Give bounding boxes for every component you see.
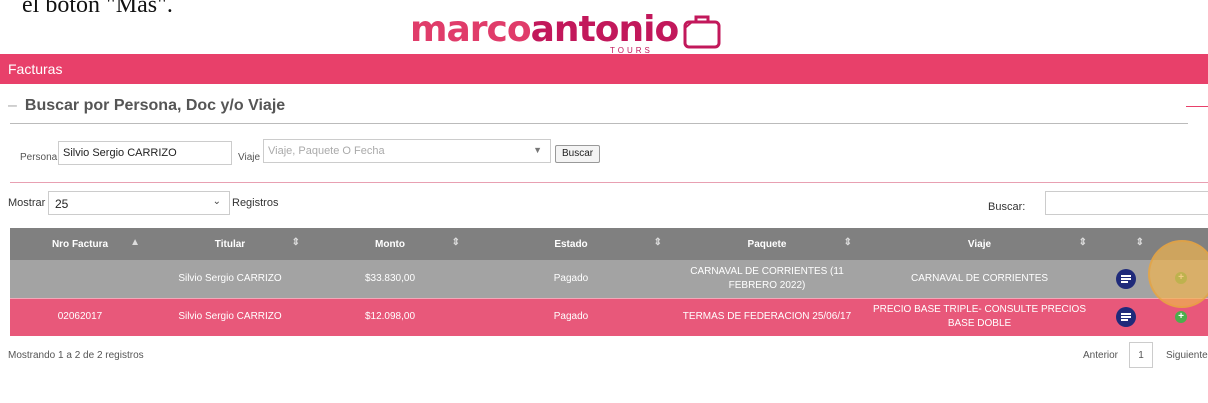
cell-nro: 02062017 xyxy=(10,297,150,336)
col-estado[interactable]: Estado ⇕ xyxy=(470,228,672,260)
col-titular[interactable]: Titular ⇕ xyxy=(150,228,310,260)
viaje-select[interactable]: Viaje, Paquete O Fecha ▼ xyxy=(263,139,551,163)
col-actions-1[interactable]: ⇕ xyxy=(1097,228,1154,260)
table-row[interactable]: 02062017 Silvio Sergio CARRIZO $12.098,0… xyxy=(10,297,1208,336)
page-length-select[interactable]: 25 ⌄ xyxy=(48,191,230,215)
sort-icon: ⇕ xyxy=(451,237,460,248)
cell-doc-action xyxy=(1097,260,1154,298)
cell-paquete: CARNAVAL DE CORRIENTES (11 FEBRERO 2022) xyxy=(672,260,862,298)
plus-circle-icon[interactable]: + xyxy=(1175,310,1187,323)
search-section-title: Buscar por Persona, Doc y/o Viaje xyxy=(24,97,286,114)
col-nro-factura[interactable]: Nro Factura ▲ xyxy=(10,228,150,260)
filter-input[interactable] xyxy=(1045,191,1208,215)
filter-label: Buscar: xyxy=(988,201,1026,213)
sort-asc-icon: ▲ xyxy=(130,237,140,248)
document-list-icon[interactable] xyxy=(1115,268,1136,289)
page-header-bar: Facturas xyxy=(0,54,1208,84)
cell-nro xyxy=(10,260,150,298)
sort-icon: ⇕ xyxy=(653,237,662,248)
cell-titular: Silvio Sergio CARRIZO xyxy=(150,297,310,336)
col-paquete[interactable]: Paquete ⇕ xyxy=(672,228,862,260)
cell-estado: Pagado xyxy=(470,297,672,336)
sort-icon: ⇕ xyxy=(1078,237,1087,248)
document-list-icon[interactable] xyxy=(1115,307,1136,328)
cell-estado: Pagado xyxy=(470,260,672,298)
cell-paquete: TERMAS DE FEDERACION 25/06/17 xyxy=(672,297,862,336)
divider xyxy=(10,123,1188,124)
logo-word-1: marco xyxy=(410,9,532,50)
sort-icon: ⇕ xyxy=(1135,237,1144,248)
page-length-value: 25 xyxy=(55,197,69,211)
chevron-down-icon: ⌄ xyxy=(212,196,221,207)
persona-input[interactable]: Silvio Sergio CARRIZO xyxy=(58,141,232,165)
cell-titular: Silvio Sergio CARRIZO xyxy=(150,260,310,298)
dropdown-caret-icon: ▼ xyxy=(533,145,542,155)
prev-page-link[interactable]: Anterior xyxy=(1083,350,1118,361)
click-highlight xyxy=(1148,240,1208,308)
cell-doc-action xyxy=(1097,297,1154,336)
cell-monto: $33.830,00 xyxy=(310,260,470,298)
cell-monto: $12.098,00 xyxy=(310,297,470,336)
table-row[interactable]: Silvio Sergio CARRIZO $33.830,00 Pagado … xyxy=(10,260,1208,298)
page-title: Facturas xyxy=(8,61,63,77)
collapse-icon[interactable]: – xyxy=(8,97,17,114)
table-info: Mostrando 1 a 2 de 2 registros xyxy=(8,350,144,361)
col-monto[interactable]: Monto ⇕ xyxy=(310,228,470,260)
viaje-label: Viaje xyxy=(238,152,261,163)
search-section-heading[interactable]: – Buscar por Persona, Doc y/o Viaje xyxy=(8,97,285,115)
viaje-placeholder: Viaje, Paquete O Fecha xyxy=(268,145,385,157)
registros-label: Registros xyxy=(232,197,279,209)
brand-logo: marco antonio TOURS xyxy=(410,10,722,56)
next-page-link[interactable]: Siguiente xyxy=(1166,350,1208,361)
col-viaje[interactable]: Viaje ⇕ xyxy=(862,228,1097,260)
suitcase-icon xyxy=(683,15,721,49)
divider xyxy=(10,182,1208,183)
caption-text: el botón "Más". xyxy=(22,0,173,18)
buscar-button[interactable]: Buscar xyxy=(555,145,601,163)
sort-icon: ⇕ xyxy=(843,237,852,248)
invoices-table: Nro Factura ▲ Titular ⇕ Monto ⇕ Estado ⇕ Paq… xyxy=(10,228,1208,336)
mostrar-label: Mostrar xyxy=(8,197,46,209)
cell-viaje: PRECIO BASE TRIPLE- CONSULTE PRECIOS BAS… xyxy=(862,297,1097,336)
cell-viaje: CARNAVAL DE CORRIENTES xyxy=(862,260,1097,298)
sort-icon: ⇕ xyxy=(291,237,300,248)
page-1-button[interactable]: 1 xyxy=(1129,342,1153,368)
persona-label: Persona xyxy=(20,152,58,163)
table-header-row: Nro Factura ▲ Titular ⇕ Monto ⇕ Estado ⇕ Paq… xyxy=(10,228,1208,260)
divider xyxy=(1186,106,1208,107)
logo-word-2: antonio xyxy=(530,9,680,50)
